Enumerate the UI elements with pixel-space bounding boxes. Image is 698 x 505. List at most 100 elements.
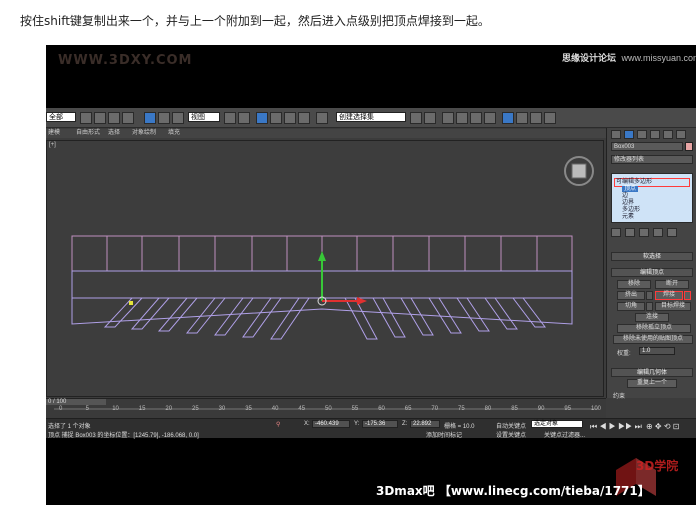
named-selection-dropdown[interactable]: 创建选择集	[336, 112, 406, 122]
layer-manager-icon[interactable]	[442, 112, 454, 124]
3dsmax-window: 全部 视图 创建选择集 建模 自由形式 选择 对象绘制 填充 [+] Box00…	[46, 108, 696, 439]
align-icon[interactable]	[424, 112, 436, 124]
make-unique-icon[interactable]	[639, 228, 649, 237]
timeline-tick-label: 65	[404, 406, 412, 412]
key-filters-button[interactable]: 关键点过滤器...	[544, 430, 585, 439]
graphite-tools-icon[interactable]	[456, 112, 468, 124]
remove-modifier-icon[interactable]	[653, 228, 663, 237]
connect-button[interactable]: 连接	[635, 313, 669, 322]
viewport-navigation-icon[interactable]: ⊕ ✥ ⟲ ⊡	[646, 422, 679, 431]
modifier-list-dropdown[interactable]: 修改器列表	[611, 155, 693, 164]
add-time-tag[interactable]: 添加时间标记	[426, 430, 462, 439]
ribbon-tab[interactable]: 填充	[168, 129, 180, 138]
object-color-swatch[interactable]	[685, 142, 693, 151]
schematic-view-icon[interactable]	[484, 112, 496, 124]
timeline-tick-label: 95	[564, 406, 572, 412]
z-coordinate-field[interactable]: 22.892	[410, 420, 440, 428]
stack-item-element[interactable]: 元素	[622, 214, 634, 220]
stack-tools	[611, 228, 693, 237]
command-panel-tabs	[611, 130, 693, 139]
create-tab-icon[interactable]	[611, 130, 621, 139]
ribbon-tab[interactable]: 对象绘制	[132, 129, 156, 138]
ribbon-tab[interactable]: 选择	[108, 129, 120, 138]
reference-coordinate-dropdown[interactable]: 视图	[188, 112, 220, 122]
timeline-tick-label: 5	[85, 406, 89, 412]
repeat-last-button[interactable]: 重复上一个	[627, 379, 677, 388]
remove-button[interactable]: 移除	[617, 280, 651, 289]
lock-icon[interactable]: ⚲	[276, 421, 280, 428]
select-by-name-icon[interactable]	[94, 112, 106, 124]
select-object-icon[interactable]	[80, 112, 92, 124]
time-slider[interactable]: 0 / 100 0 5 10 15 20 25 30 35 40 45 50 55 60 65 70 75 80…	[46, 398, 606, 418]
playback-controls-icon[interactable]: ⏮ ◀ ▶ ▶▶ ⏭	[590, 422, 642, 432]
weight-spinner[interactable]: 1.0	[639, 347, 675, 355]
edit-geometry-rollout[interactable]: 编辑几何体	[611, 368, 693, 377]
percent-snap-icon[interactable]	[284, 112, 296, 124]
display-tab-icon[interactable]	[663, 130, 673, 139]
stack-item-vertex[interactable]: 顶点	[622, 186, 639, 192]
render-production-icon[interactable]	[544, 112, 556, 124]
curve-editor-icon[interactable]	[470, 112, 482, 124]
selected-object-dropdown[interactable]: 选定对象	[531, 420, 583, 428]
stack-item-edge[interactable]: 边	[622, 193, 628, 199]
object-name-field[interactable]: Box003	[611, 142, 683, 151]
remove-unused-map-verts-button[interactable]: 移除未使用的贴图顶点	[613, 335, 693, 344]
vertex-marker[interactable]	[129, 301, 133, 305]
rect-selection-icon[interactable]	[108, 112, 120, 124]
move-icon[interactable]	[144, 112, 156, 124]
footer-caption: 3Dmax吧 【www.linecg.com/tieba/1771】	[376, 484, 650, 498]
timeline-tick-label: 100	[591, 406, 602, 412]
weld-button[interactable]: 焊接	[655, 291, 683, 300]
chamfer-button[interactable]: 切角	[617, 302, 645, 311]
timeline-tick-label: 15	[138, 406, 146, 412]
extrude-button[interactable]: 挤出	[617, 291, 645, 300]
show-end-result-icon[interactable]	[625, 228, 635, 237]
perspective-viewport[interactable]: [+]	[46, 140, 604, 397]
pivot-center-icon[interactable]	[224, 112, 236, 124]
transform-gizmo[interactable]	[317, 251, 367, 306]
spinner-snap-icon[interactable]	[298, 112, 310, 124]
break-button[interactable]: 断开	[655, 280, 689, 289]
x-coordinate-field[interactable]: -460.439	[312, 420, 350, 428]
y-coordinate-field[interactable]: -175.36	[362, 420, 398, 428]
ribbon-tab[interactable]: 建模	[48, 129, 60, 138]
angle-snap-icon[interactable]	[270, 112, 282, 124]
chamfer-settings-button[interactable]	[646, 302, 653, 311]
stack-root-editable-poly[interactable]: 可编辑多边形	[616, 179, 652, 185]
timeline-tick-label: 90	[537, 406, 545, 412]
status-bar: 选择了 1 个对象 顶点 捕捉 Box003 的坐标位置：[1245.79], …	[46, 418, 696, 439]
grid-size: 栅格 = 10.0	[444, 424, 475, 430]
set-key-button[interactable]: 设置关键点	[496, 430, 526, 439]
remove-isolated-vertices-button[interactable]: 移除孤立顶点	[617, 324, 691, 333]
tutorial-caption: 按住shift键复制出来一个，并与上一个附加到一起，然后进入点级别把顶点焊接到一…	[20, 14, 490, 28]
modify-tab-icon[interactable]	[624, 130, 634, 139]
ribbon-tab[interactable]: 自由形式	[76, 129, 100, 138]
timeline-tick-label: 45	[298, 406, 306, 412]
configure-sets-icon[interactable]	[667, 228, 677, 237]
utilities-tab-icon[interactable]	[676, 130, 686, 139]
screenshot-frame: WWW.3DXY.COM 思缘设计论坛 www.missyuan.com 全部 …	[46, 45, 696, 505]
render-frame-icon[interactable]	[530, 112, 542, 124]
weld-settings-button[interactable]	[684, 291, 691, 300]
extrude-settings-button[interactable]	[646, 291, 653, 300]
edit-named-selection-icon[interactable]	[316, 112, 328, 124]
stack-item-border[interactable]: 边界	[622, 200, 634, 206]
rotate-icon[interactable]	[158, 112, 170, 124]
render-setup-icon[interactable]	[516, 112, 528, 124]
material-editor-icon[interactable]	[502, 112, 514, 124]
auto-key-button[interactable]: 自动关键点	[496, 421, 526, 430]
window-crossing-icon[interactable]	[122, 112, 134, 124]
scale-icon[interactable]	[172, 112, 184, 124]
select-manipulate-icon[interactable]	[238, 112, 250, 124]
mirror-icon[interactable]	[410, 112, 422, 124]
stack-item-polygon[interactable]: 多边形	[622, 207, 640, 213]
edit-vertices-rollout[interactable]: 编辑顶点	[611, 268, 693, 277]
motion-tab-icon[interactable]	[650, 130, 660, 139]
snap-toggle-icon[interactable]	[256, 112, 268, 124]
pin-stack-icon[interactable]	[611, 228, 621, 237]
hierarchy-tab-icon[interactable]	[637, 130, 647, 139]
selection-filter-dropdown[interactable]: 全部	[46, 112, 76, 122]
viewcube-icon[interactable]	[564, 156, 594, 186]
target-weld-button[interactable]: 目标焊接	[655, 302, 691, 311]
soft-selection-rollout[interactable]: 软选择	[611, 252, 693, 261]
